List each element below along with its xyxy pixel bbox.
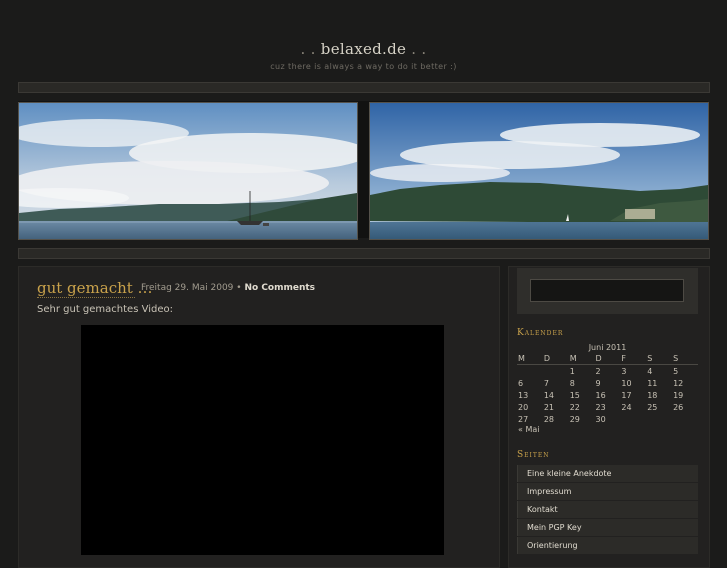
calendar-day: 24 xyxy=(621,402,632,412)
header-photo-lake-left xyxy=(18,102,358,240)
post-date: Freitag 29. Mai 2009 xyxy=(141,283,234,293)
search-input[interactable] xyxy=(530,279,684,302)
page-link-anekdote[interactable]: Eine kleine Anekdote xyxy=(517,465,698,482)
header-photo-lake-right xyxy=(369,102,709,240)
calendar-day: 11 xyxy=(647,378,658,388)
calendar-day: 19 xyxy=(673,390,684,400)
calendar-day: 12 xyxy=(673,378,684,388)
comments-link[interactable]: No Comments xyxy=(244,283,315,293)
calendar-prev-month-link[interactable]: « Mai xyxy=(518,425,539,434)
weekday-header: M xyxy=(517,352,543,365)
calendar-day xyxy=(646,413,672,425)
calendar-day: 29 xyxy=(569,414,580,424)
weekday-header: M xyxy=(568,352,595,365)
post-meta: Freitag 29. Mai 2009 • No Comments xyxy=(141,283,315,293)
page-link-orientierung[interactable]: Orientierung xyxy=(517,537,698,554)
video-player[interactable] xyxy=(81,325,444,555)
post-title[interactable]: gut gemacht … xyxy=(37,279,153,297)
calendar-day: 9 xyxy=(595,378,601,388)
pages-list: Eine kleine Anekdote Impressum Kontakt M… xyxy=(517,465,698,555)
calendar-day: 15 xyxy=(569,390,580,400)
calendar-heading: Kalender xyxy=(517,328,564,338)
calendar-day xyxy=(620,413,646,425)
title-dots-right: . . xyxy=(411,40,427,58)
site-title[interactable]: . . belaxed.de . . xyxy=(0,40,727,58)
sub-header-bar xyxy=(18,248,710,259)
calendar-day: 22 xyxy=(569,402,580,412)
calendar-day: 2 xyxy=(595,366,601,376)
page-link-kontakt[interactable]: Kontakt xyxy=(517,501,698,518)
calendar-day xyxy=(672,413,698,425)
calendar-day: 10 xyxy=(621,378,632,388)
weekday-header: S xyxy=(672,352,698,365)
calendar-day: 26 xyxy=(673,402,684,412)
calendar-caption: Juni 2011 xyxy=(588,343,627,352)
calendar-day: 17 xyxy=(621,390,632,400)
page-link-impressum[interactable]: Impressum xyxy=(517,483,698,500)
calendar-day: 14 xyxy=(543,390,555,400)
pages-heading: Seiten xyxy=(517,450,550,460)
calendar-day: 21 xyxy=(543,402,555,412)
calendar-day: 18 xyxy=(647,390,658,400)
post-body-text: Sehr gut gemachtes Video: xyxy=(37,304,173,315)
calendar-day: 7 xyxy=(543,378,549,388)
calendar-day: 13 xyxy=(518,390,529,400)
calendar-day: 28 xyxy=(543,414,555,424)
calendar-day: 27 xyxy=(518,414,529,424)
calendar-day: 20 xyxy=(518,402,529,412)
calendar-day: 3 xyxy=(621,366,627,376)
calendar-day: 5 xyxy=(673,366,679,376)
calendar-day xyxy=(543,365,569,378)
title-dots-left: . . xyxy=(300,40,316,58)
meta-separator: • xyxy=(236,283,242,293)
weekday-header: D xyxy=(542,352,569,365)
calendar-day: 16 xyxy=(595,390,606,400)
site-tagline: cuz there is always a way to do it bette… xyxy=(270,62,457,71)
site-title-text[interactable]: belaxed.de xyxy=(321,40,406,58)
calendar-day: 8 xyxy=(569,378,575,388)
calendar-day: 23 xyxy=(595,402,606,412)
calendar-day: 1 xyxy=(569,366,575,376)
calendar-day: 6 xyxy=(518,378,524,388)
calendar-day: 25 xyxy=(647,402,658,412)
post-title-underline xyxy=(37,297,135,298)
top-nav-bar xyxy=(18,82,710,93)
weekday-header: F xyxy=(620,352,647,365)
calendar-day: 30 xyxy=(595,414,606,424)
calendar-day xyxy=(517,365,543,378)
calendar-table: M D M D F S S 1 2 3 4 5 6 7 8 9 10 11 12 xyxy=(517,352,698,425)
calendar-day: 4 xyxy=(647,366,653,376)
weekday-header: S xyxy=(646,352,673,365)
page-link-pgp-key[interactable]: Mein PGP Key xyxy=(517,519,698,536)
weekday-header: D xyxy=(594,352,621,365)
